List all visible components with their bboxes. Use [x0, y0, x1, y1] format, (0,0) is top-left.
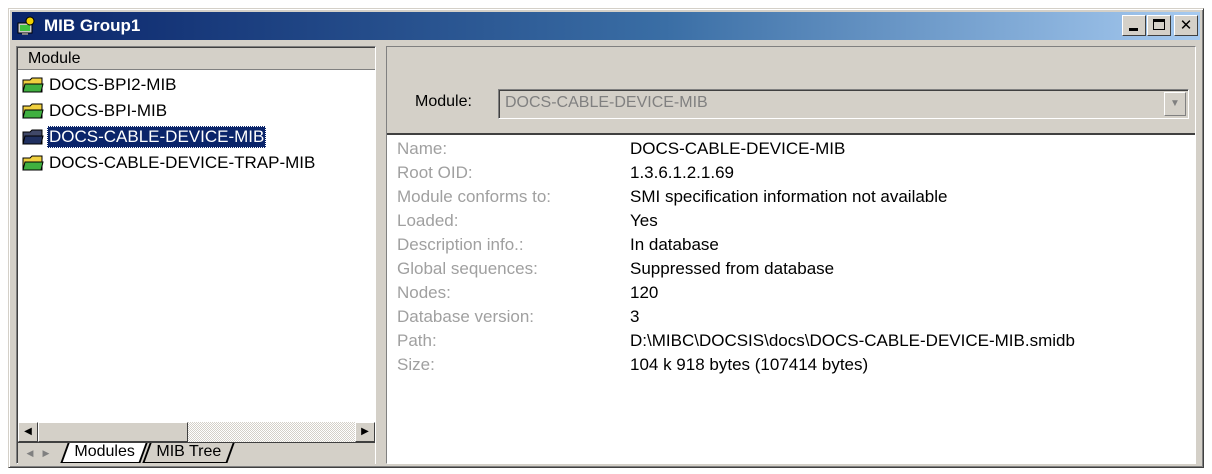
module-item-docs-bpi2-mib[interactable]: DOCS-BPI2-MIB — [20, 72, 375, 98]
module-item-label: DOCS-BPI2-MIB — [49, 75, 177, 94]
module-details-pane: Module: DOCS-CABLE-DEVICE-MIB ▼ Name: DO… — [386, 46, 1196, 464]
module-select[interactable]: DOCS-CABLE-DEVICE-MIB ▼ — [498, 89, 1189, 119]
detail-label: Description info.: — [397, 235, 524, 254]
detail-value: 1.3.6.1.2.1.69 — [630, 163, 734, 182]
horizontal-scrollbar[interactable]: ◀ ▶ — [18, 422, 375, 442]
detail-value: Suppressed from database — [630, 259, 835, 278]
detail-label: Path: — [397, 331, 437, 350]
module-item-docs-cable-device-trap-mib[interactable]: DOCS-CABLE-DEVICE-TRAP-MIB — [20, 150, 375, 176]
module-list-pane: Module DOCS-BPI2-MIB DOCS-BPI-MIB DOCS-C… — [16, 46, 376, 464]
detail-row-description: Description info.: In database — [397, 235, 719, 259]
detail-row-nodes: Nodes: 120 — [397, 283, 658, 307]
detail-label: Global sequences: — [397, 259, 538, 278]
maximize-button[interactable] — [1147, 15, 1171, 36]
detail-row-path: Path: D:\MIBC\DOCSIS\docs\DOCS-CABLE-DEV… — [397, 331, 1075, 355]
module-item-docs-cable-device-mib[interactable]: DOCS-CABLE-DEVICE-MIB — [20, 124, 375, 150]
close-icon: ✕ — [1179, 16, 1193, 34]
detail-value: DOCS-CABLE-DEVICE-MIB — [630, 139, 846, 158]
mib-group-icon — [17, 16, 35, 35]
mib-group-window: MIB Group1 ✕ Module DOCS-BPI2-MIB DOCS-B… — [8, 8, 1204, 468]
detail-value: SMI specification information not availa… — [630, 187, 948, 206]
detail-label: Size: — [397, 355, 435, 374]
module-column-header[interactable]: Module — [18, 48, 375, 70]
close-button[interactable]: ✕ — [1174, 15, 1198, 36]
maximize-icon — [1153, 19, 1165, 30]
module-select-value: DOCS-CABLE-DEVICE-MIB — [505, 94, 708, 111]
scroll-thumb[interactable] — [38, 422, 188, 442]
title-bar[interactable]: MIB Group1 ✕ — [12, 12, 1200, 40]
window-title: MIB Group1 — [44, 16, 141, 35]
tab-modules[interactable]: Modules — [60, 443, 149, 463]
detail-row-global-sequences: Global sequences: Suppressed from databa… — [397, 259, 834, 283]
tab-modules-label: Modules — [74, 443, 135, 460]
tab-mib-tree-label: MIB Tree — [156, 443, 222, 460]
folder-icon — [22, 103, 44, 119]
detail-row-size: Size: 104 k 918 bytes (107414 bytes) — [397, 355, 868, 379]
module-item-label: DOCS-BPI-MIB — [49, 101, 168, 120]
detail-value: 104 k 918 bytes (107414 bytes) — [630, 355, 869, 374]
title-buttons: ✕ — [1121, 15, 1198, 36]
detail-value: In database — [630, 235, 719, 254]
minimize-button[interactable] — [1122, 15, 1146, 36]
detail-row-conformance: Module conforms to: SMI specification in… — [397, 187, 948, 211]
module-selector-label: Module: — [415, 93, 472, 110]
tab-scroll-right-icon[interactable]: ▶ — [38, 445, 54, 461]
module-item-label: DOCS-CABLE-DEVICE-MIB — [47, 126, 267, 148]
module-selector-bar: Module: DOCS-CABLE-DEVICE-MIB ▼ — [387, 47, 1195, 133]
pane-splitter[interactable] — [376, 46, 386, 464]
chevron-down-icon[interactable]: ▼ — [1164, 92, 1186, 116]
detail-value: 120 — [630, 283, 659, 302]
scroll-left-button[interactable]: ◀ — [18, 422, 38, 442]
folder-icon — [22, 155, 44, 171]
detail-row-root-oid: Root OID: 1.3.6.1.2.1.69 — [397, 163, 734, 187]
folder-icon — [22, 129, 44, 145]
folder-icon — [22, 77, 44, 93]
detail-row-loaded: Loaded: Yes — [397, 211, 658, 235]
module-item-docs-bpi-mib[interactable]: DOCS-BPI-MIB — [20, 98, 375, 124]
detail-row-name: Name: DOCS-CABLE-DEVICE-MIB — [397, 139, 845, 163]
detail-label: Database version: — [397, 307, 535, 326]
detail-label: Nodes: — [397, 283, 451, 302]
detail-label: Root OID: — [397, 163, 473, 182]
detail-value: Yes — [630, 211, 658, 230]
detail-row-database-version: Database version: 3 — [397, 307, 639, 331]
detail-value: D:\MIBC\DOCSIS\docs\DOCS-CABLE-DEVICE-MI… — [630, 331, 1075, 350]
detail-label: Name: — [397, 139, 448, 158]
module-details: Name: DOCS-CABLE-DEVICE-MIB Root OID: 1.… — [387, 133, 1195, 463]
module-list-frame: Module DOCS-BPI2-MIB DOCS-BPI-MIB DOCS-C… — [17, 47, 375, 464]
module-item-label: DOCS-CABLE-DEVICE-TRAP-MIB — [49, 153, 316, 172]
tab-scroll-left-icon[interactable]: ◀ — [22, 445, 38, 461]
detail-label: Loaded: — [397, 211, 459, 230]
detail-value: 3 — [630, 307, 640, 326]
minimize-icon — [1129, 28, 1138, 31]
pane-tab-strip: ◀ ▶ Modules MIB Tree — [18, 442, 375, 464]
module-list: DOCS-BPI2-MIB DOCS-BPI-MIB DOCS-CABLE-DE… — [20, 72, 375, 176]
scroll-right-button[interactable]: ▶ — [355, 422, 375, 442]
tab-mib-tree[interactable]: MIB Tree — [142, 443, 235, 463]
detail-label: Module conforms to: — [397, 187, 552, 206]
